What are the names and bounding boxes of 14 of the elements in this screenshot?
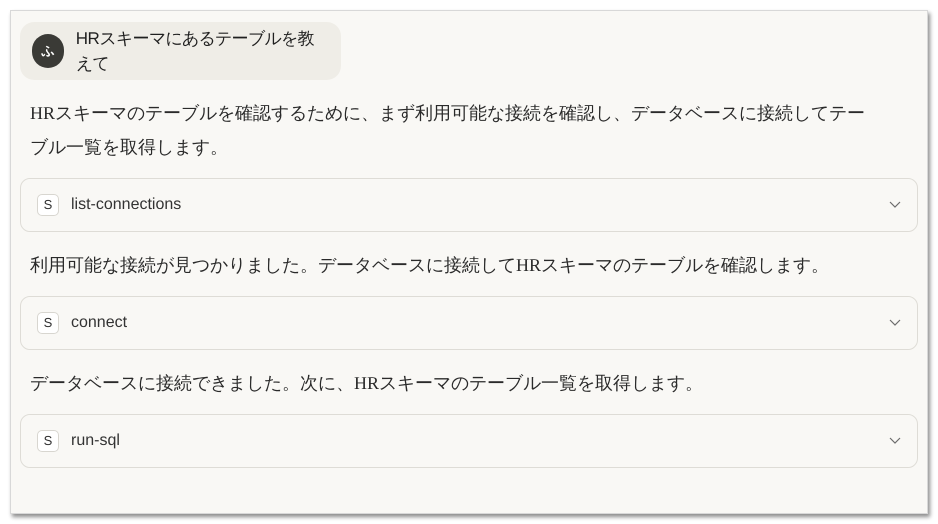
user-message-text: HRスキーマにあるテーブルを教えて bbox=[76, 28, 315, 75]
tool-call-row[interactable]: S connect bbox=[20, 296, 918, 350]
assistant-message-text: HRスキーマのテーブルを確認するために、まず利用可能な接続を確認し、データベースに接続してテーブル一覧を取得します。 bbox=[29, 102, 866, 159]
tool-name: run-sql bbox=[71, 431, 121, 451]
assistant-message-text: データベースに接続できました。次に、HRスキーマのテーブル一覧を取得します。 bbox=[29, 372, 704, 395]
tool-name: list-connections bbox=[71, 195, 182, 215]
tool-call-row[interactable]: S list-connections bbox=[20, 178, 918, 232]
tool-badge: S bbox=[37, 430, 59, 452]
tool-call-row[interactable]: S run-sql bbox=[20, 414, 918, 468]
tool-name: connect bbox=[71, 313, 128, 333]
user-avatar: ふ bbox=[32, 34, 64, 68]
tool-badge: S bbox=[37, 194, 59, 216]
tool-badge: S bbox=[37, 312, 59, 334]
assistant-message-text: 利用可能な接続が見つかりました。データベースに接続してHRスキーマのテーブルを確認します。 bbox=[29, 254, 830, 277]
